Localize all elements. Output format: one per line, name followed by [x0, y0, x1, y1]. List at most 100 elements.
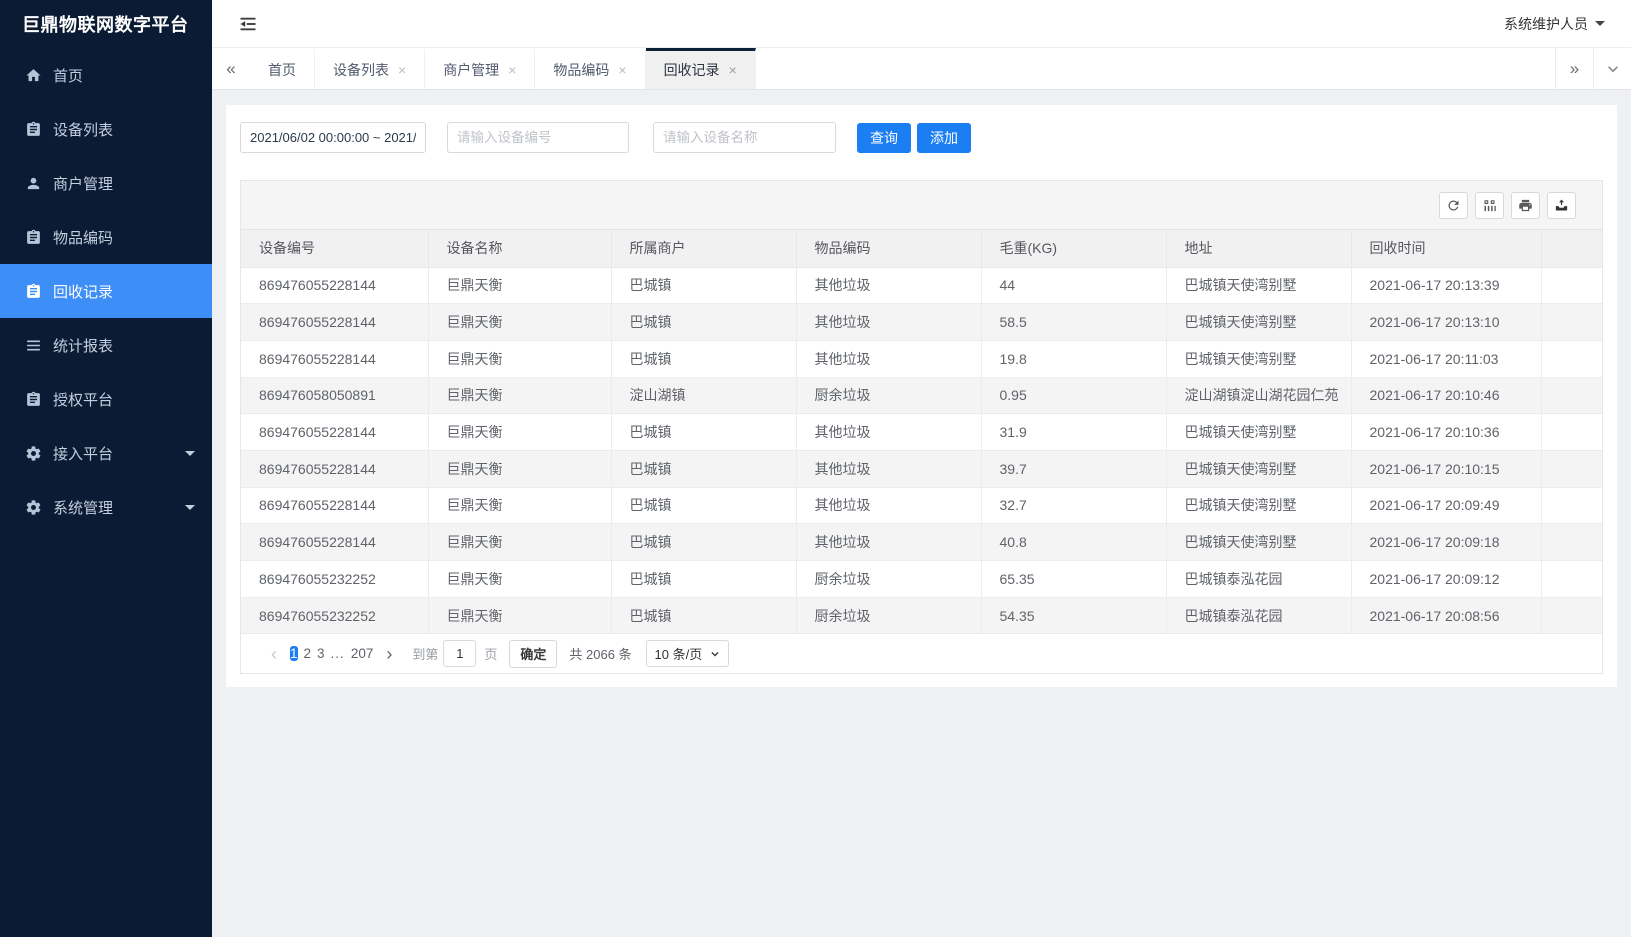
- table-cell: 2021-06-17 20:11:03: [1351, 340, 1541, 377]
- tab-label: 回收记录: [664, 60, 720, 80]
- table-cell-filler: [1541, 414, 1602, 451]
- table-row[interactable]: 869476055228144巨鼎天衡巴城镇其他垃圾32.7巴城镇天使湾别墅20…: [241, 487, 1602, 524]
- close-icon[interactable]: ×: [729, 63, 737, 77]
- refresh-button[interactable]: [1439, 192, 1468, 219]
- sidebar: 巨鼎物联网数字平台 首页设备列表商户管理物品编码回收记录统计报表授权平台接入平台…: [0, 0, 212, 937]
- clipboard-icon: [25, 283, 42, 300]
- table-cell: 巴城镇天使湾别墅: [1166, 414, 1351, 451]
- page-button-207[interactable]: 207: [351, 646, 374, 661]
- sidebar-item-item-code[interactable]: 物品编码: [0, 210, 212, 264]
- page-button-3[interactable]: 3: [317, 646, 325, 661]
- confirm-page-button[interactable]: 确定: [509, 640, 557, 668]
- sidebar-item-stats-report[interactable]: 统计报表: [0, 318, 212, 372]
- close-icon[interactable]: ×: [398, 63, 406, 77]
- table-cell: 其他垃圾: [796, 340, 981, 377]
- tab-device-list[interactable]: 设备列表×: [315, 48, 425, 89]
- table-cell: 巴城镇天使湾别墅: [1166, 340, 1351, 377]
- sidebar-item-access-platform[interactable]: 接入平台: [0, 426, 212, 480]
- table-row[interactable]: 869476058050891巨鼎天衡淀山湖镇厨余垃圾0.95淀山湖镇淀山湖花园…: [241, 377, 1602, 414]
- column-header-filler: [1541, 230, 1602, 267]
- close-icon[interactable]: ×: [618, 63, 626, 77]
- date-range-input[interactable]: [240, 122, 426, 153]
- tabs-scroll-left-button[interactable]: «: [212, 48, 250, 89]
- table-row[interactable]: 869476055232252巨鼎天衡巴城镇厨余垃圾65.35巴城镇泰泓花园20…: [241, 561, 1602, 598]
- sidebar-item-system-mgmt[interactable]: 系统管理: [0, 480, 212, 534]
- tab-item-code[interactable]: 物品编码×: [535, 48, 645, 89]
- table-cell: 巴城镇天使湾别墅: [1166, 450, 1351, 487]
- table-cell: 2021-06-17 20:13:39: [1351, 267, 1541, 304]
- tabs-scroll-right-button[interactable]: »: [1555, 48, 1593, 89]
- page-button-2[interactable]: 2: [304, 646, 312, 661]
- tab-merchant-mgmt[interactable]: 商户管理 ×: [425, 48, 535, 89]
- table-cell: 31.9: [981, 414, 1166, 451]
- sidebar-item-recycle-records[interactable]: 回收记录: [0, 264, 212, 318]
- device-name-input[interactable]: [653, 122, 836, 153]
- table-row[interactable]: 869476055228144巨鼎天衡巴城镇其他垃圾39.7巴城镇天使湾别墅20…: [241, 450, 1602, 487]
- table-cell-filler: [1541, 561, 1602, 598]
- sidebar-item-home[interactable]: 首页: [0, 48, 212, 102]
- table-cell: 2021-06-17 20:09:12: [1351, 561, 1541, 598]
- page-size-select[interactable]: 10 条/页: [646, 640, 730, 667]
- device-no-input[interactable]: [447, 122, 629, 153]
- table-row[interactable]: 869476055228144巨鼎天衡巴城镇其他垃圾40.8巴城镇天使湾别墅20…: [241, 524, 1602, 561]
- table-row[interactable]: 869476055228144巨鼎天衡巴城镇其他垃圾19.8巴城镇天使湾别墅20…: [241, 340, 1602, 377]
- table-cell: 2021-06-17 20:10:36: [1351, 414, 1541, 451]
- close-icon[interactable]: ×: [508, 63, 516, 77]
- topbar: 系统维护人员: [212, 0, 1631, 48]
- sidebar-item-device-list[interactable]: 设备列表: [0, 102, 212, 156]
- sidebar-item-auth-platform[interactable]: 授权平台: [0, 372, 212, 426]
- query-button[interactable]: 查询: [857, 123, 911, 153]
- table-cell-filler: [1541, 340, 1602, 377]
- table-cell: 869476058050891: [241, 377, 428, 414]
- print-button[interactable]: [1511, 192, 1540, 219]
- table-cell: 巨鼎天衡: [428, 377, 611, 414]
- table-cell: 58.5: [981, 304, 1166, 341]
- column-header: 毛重(KG): [981, 230, 1166, 267]
- sidebar-item-label: 物品编码: [53, 227, 113, 248]
- table-cell: 其他垃圾: [796, 487, 981, 524]
- main-area: 系统维护人员 « 首页设备列表×商户管理×物品编码×回收记录× » 查询 添加: [212, 0, 1631, 937]
- sidebar-collapse-button[interactable]: [238, 13, 260, 35]
- column-header: 所属商户: [611, 230, 796, 267]
- next-page-button[interactable]: ›: [376, 645, 402, 663]
- user-menu[interactable]: 系统维护人员: [1504, 14, 1605, 34]
- export-button[interactable]: [1547, 192, 1576, 219]
- table-row[interactable]: 869476055232252巨鼎天衡巴城镇厨余垃圾54.35巴城镇泰泓花园20…: [241, 597, 1602, 634]
- tab-home[interactable]: 首页: [250, 48, 315, 89]
- app-title: 巨鼎物联网数字平台: [0, 0, 212, 48]
- column-header: 物品编码: [796, 230, 981, 267]
- table-row[interactable]: 869476055228144巨鼎天衡巴城镇其他垃圾31.9巴城镇天使湾别墅20…: [241, 414, 1602, 451]
- table-cell-filler: [1541, 487, 1602, 524]
- print-icon: [1518, 198, 1533, 213]
- table-cell: 869476055228144: [241, 450, 428, 487]
- tab-recycle-records[interactable]: 回收记录 ×: [646, 48, 756, 89]
- columns-button[interactable]: [1475, 192, 1504, 219]
- table-row[interactable]: 869476055228144巨鼎天衡巴城镇其他垃圾58.5巴城镇天使湾别墅20…: [241, 304, 1602, 341]
- table-cell: 其他垃圾: [796, 267, 981, 304]
- table-row[interactable]: 869476055228144巨鼎天衡巴城镇其他垃圾44巴城镇天使湾别墅2021…: [241, 267, 1602, 304]
- sidebar-item-merchant-mgmt[interactable]: 商户管理: [0, 156, 212, 210]
- add-button[interactable]: 添加: [917, 123, 971, 153]
- goto-page-input[interactable]: [443, 640, 476, 667]
- table-cell: 其他垃圾: [796, 524, 981, 561]
- column-header: 设备名称: [428, 230, 611, 267]
- table-cell: 其他垃圾: [796, 450, 981, 487]
- page-button-1[interactable]: 1: [290, 646, 298, 661]
- table-cell: 2021-06-17 20:13:10: [1351, 304, 1541, 341]
- table-cell: 869476055232252: [241, 597, 428, 634]
- column-header: 设备编号: [241, 230, 428, 267]
- column-header: 地址: [1166, 230, 1351, 267]
- prev-page-button[interactable]: ‹: [261, 645, 287, 663]
- tab-label: 首页: [268, 60, 296, 80]
- filter-bar: 查询 添加: [240, 122, 1603, 153]
- table-cell: 厨余垃圾: [796, 597, 981, 634]
- table-cell: 厨余垃圾: [796, 561, 981, 598]
- tab-label: 商户管理: [443, 60, 499, 80]
- bars-icon: [25, 337, 42, 354]
- table-cell: 巨鼎天衡: [428, 267, 611, 304]
- table-cell: 39.7: [981, 450, 1166, 487]
- tabs-menu-button[interactable]: [1593, 48, 1631, 89]
- column-header: 回收时间: [1351, 230, 1541, 267]
- goto-label: 到第: [412, 644, 438, 663]
- table-cell: 2021-06-17 20:10:46: [1351, 377, 1541, 414]
